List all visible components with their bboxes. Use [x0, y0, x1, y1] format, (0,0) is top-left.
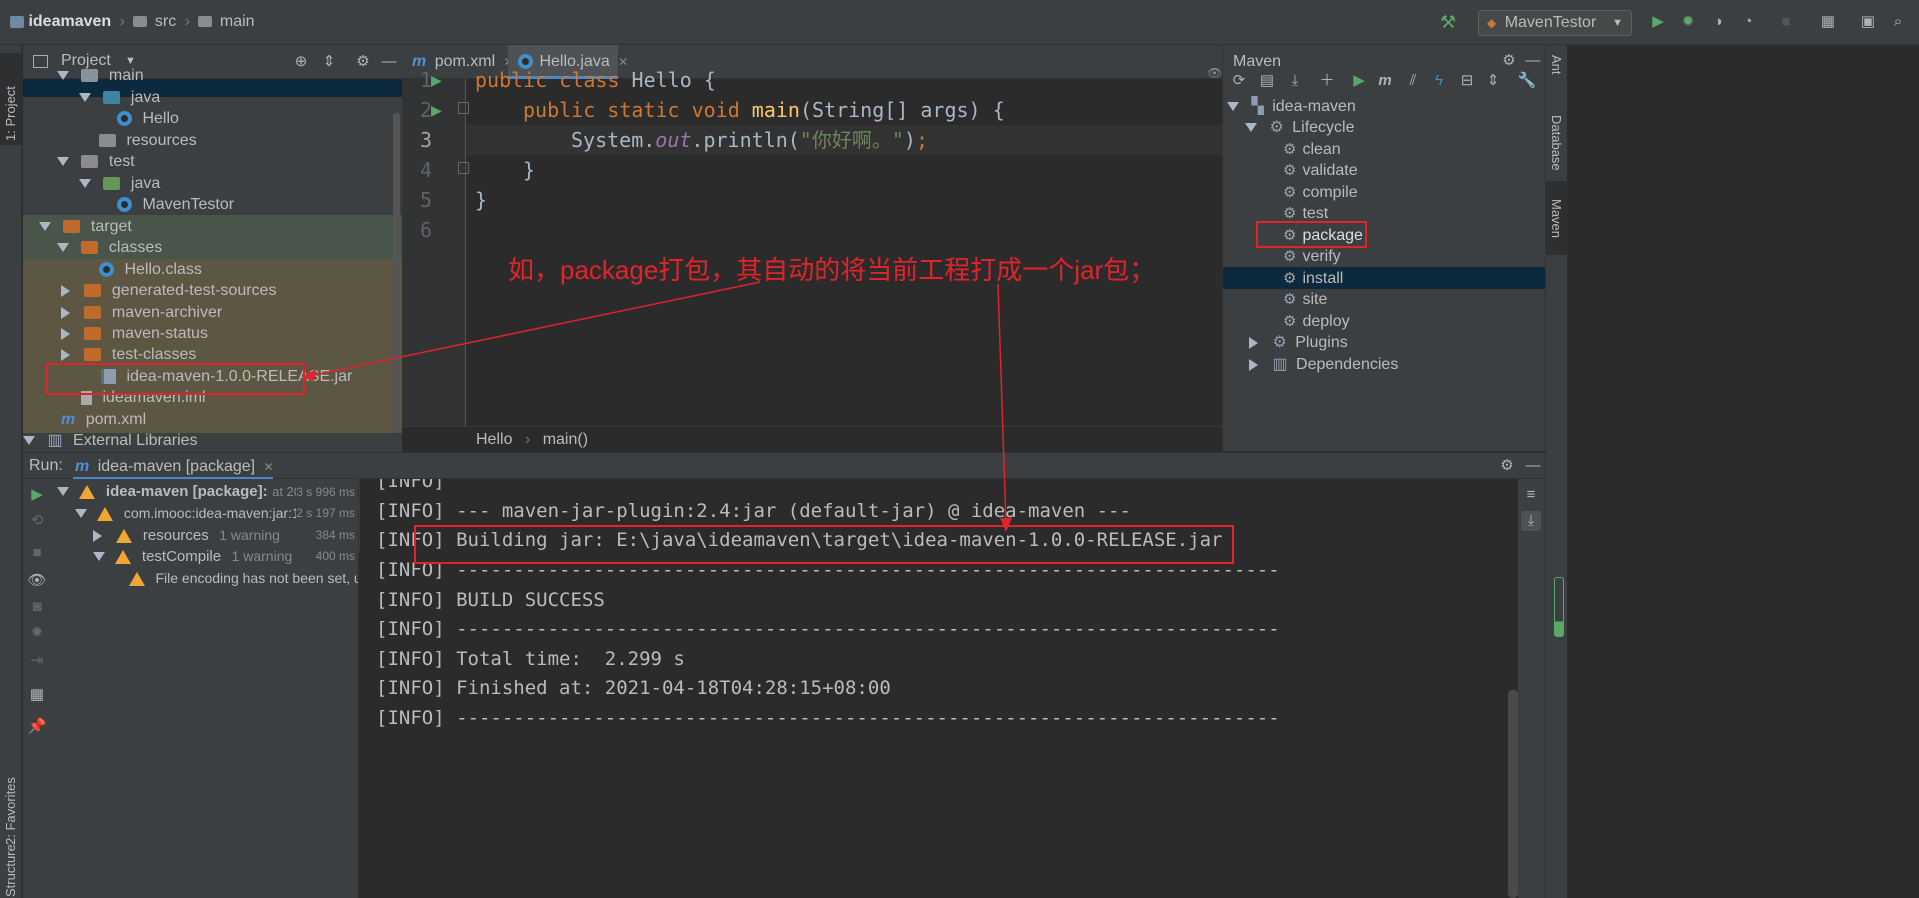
annotation-arrows	[302, 281, 1012, 532]
arrow-to-console-line	[997, 283, 1007, 525]
arrow-to-jar-line	[309, 281, 761, 377]
arrow-head-icon	[1000, 518, 1012, 532]
arrow-head-icon	[302, 369, 316, 381]
